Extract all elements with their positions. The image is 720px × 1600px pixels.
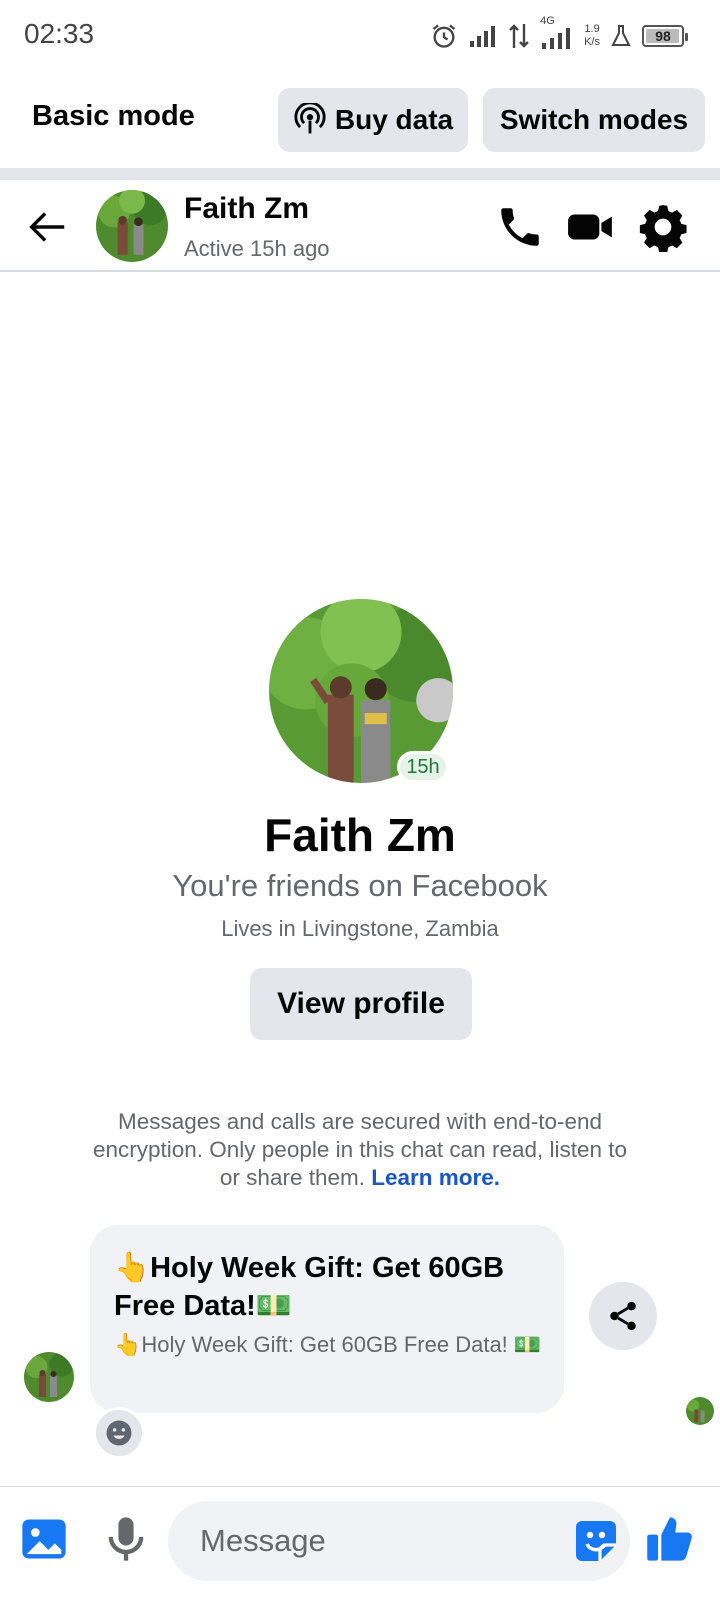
message-bubble[interactable]: 👆Holy Week Gift: Get 60GB Free Data!💵 👆H… xyxy=(90,1225,564,1413)
sticker-icon[interactable] xyxy=(572,1517,620,1565)
flask-icon xyxy=(611,25,631,46)
message-subtitle: 👆Holy Week Gift: Get 60GB Free Data! 💵 xyxy=(114,1332,542,1357)
profile-name: Faith Zm xyxy=(264,809,456,861)
back-arrow-icon[interactable] xyxy=(24,204,70,250)
switch-modes-label: Switch modes xyxy=(499,104,689,135)
message-title: 👆Holy Week Gift: Get 60GB Free Data!💵 xyxy=(114,1252,505,1322)
composer-bar xyxy=(0,1486,720,1600)
view-profile-label: View profile xyxy=(277,987,445,1020)
broadcast-icon xyxy=(294,103,326,134)
contact-name[interactable]: Faith Zm xyxy=(184,192,309,226)
signal-icon xyxy=(470,26,496,47)
mode-bar: Basic mode Buy data Switch modes xyxy=(0,82,720,156)
encryption-text: Messages and calls are secured with end-… xyxy=(92,1109,628,1190)
avatar[interactable] xyxy=(96,190,168,262)
gear-icon[interactable] xyxy=(638,202,688,252)
battery-percent: 98 xyxy=(655,28,671,44)
chat-header: Faith Zm Active 15h ago xyxy=(0,180,720,272)
alarm-icon xyxy=(432,24,456,48)
view-profile-button[interactable]: View profile xyxy=(250,968,472,1040)
divider xyxy=(0,168,720,180)
video-camera-icon[interactable] xyxy=(566,202,616,252)
thumbs-up-icon[interactable] xyxy=(644,1513,696,1565)
status-icons: 4G 1.9 K/s 98 xyxy=(430,15,688,54)
data-transfer-icon xyxy=(509,24,529,48)
encryption-notice: Messages and calls are secured with end-… xyxy=(90,1108,630,1192)
signal-4g-icon: 4G xyxy=(540,15,574,51)
phone-icon[interactable] xyxy=(495,202,545,252)
location-text: Lives in Livingstone, Zambia xyxy=(221,916,499,941)
friends-status: You're friends on Facebook xyxy=(172,868,548,903)
learn-more-link[interactable]: Learn more. xyxy=(371,1165,500,1190)
network-type-label: 4G xyxy=(540,15,555,27)
message-input[interactable] xyxy=(168,1501,630,1581)
active-time-badge: 15h xyxy=(397,751,449,783)
share-button[interactable] xyxy=(589,1282,657,1350)
microphone-icon[interactable] xyxy=(100,1513,152,1565)
gallery-icon[interactable] xyxy=(18,1513,70,1565)
seen-receipt-avatar xyxy=(686,1397,714,1425)
sender-avatar[interactable] xyxy=(24,1352,74,1402)
battery-icon: 98 xyxy=(642,25,688,47)
active-status: Active 15h ago xyxy=(184,236,330,261)
status-bar: 02:33 4G 1.9 K/s 98 xyxy=(0,0,720,72)
status-time: 02:33 xyxy=(24,18,95,49)
reaction-button[interactable] xyxy=(93,1407,145,1459)
buy-data-label: Buy data xyxy=(334,104,454,135)
smiley-icon xyxy=(106,1420,132,1446)
mode-label: Basic mode xyxy=(32,100,195,132)
share-icon xyxy=(610,1301,636,1331)
net-speed: 1.9 K/s xyxy=(584,23,600,48)
switch-modes-button[interactable]: Switch modes xyxy=(483,88,705,152)
buy-data-button[interactable]: Buy data xyxy=(278,88,468,152)
